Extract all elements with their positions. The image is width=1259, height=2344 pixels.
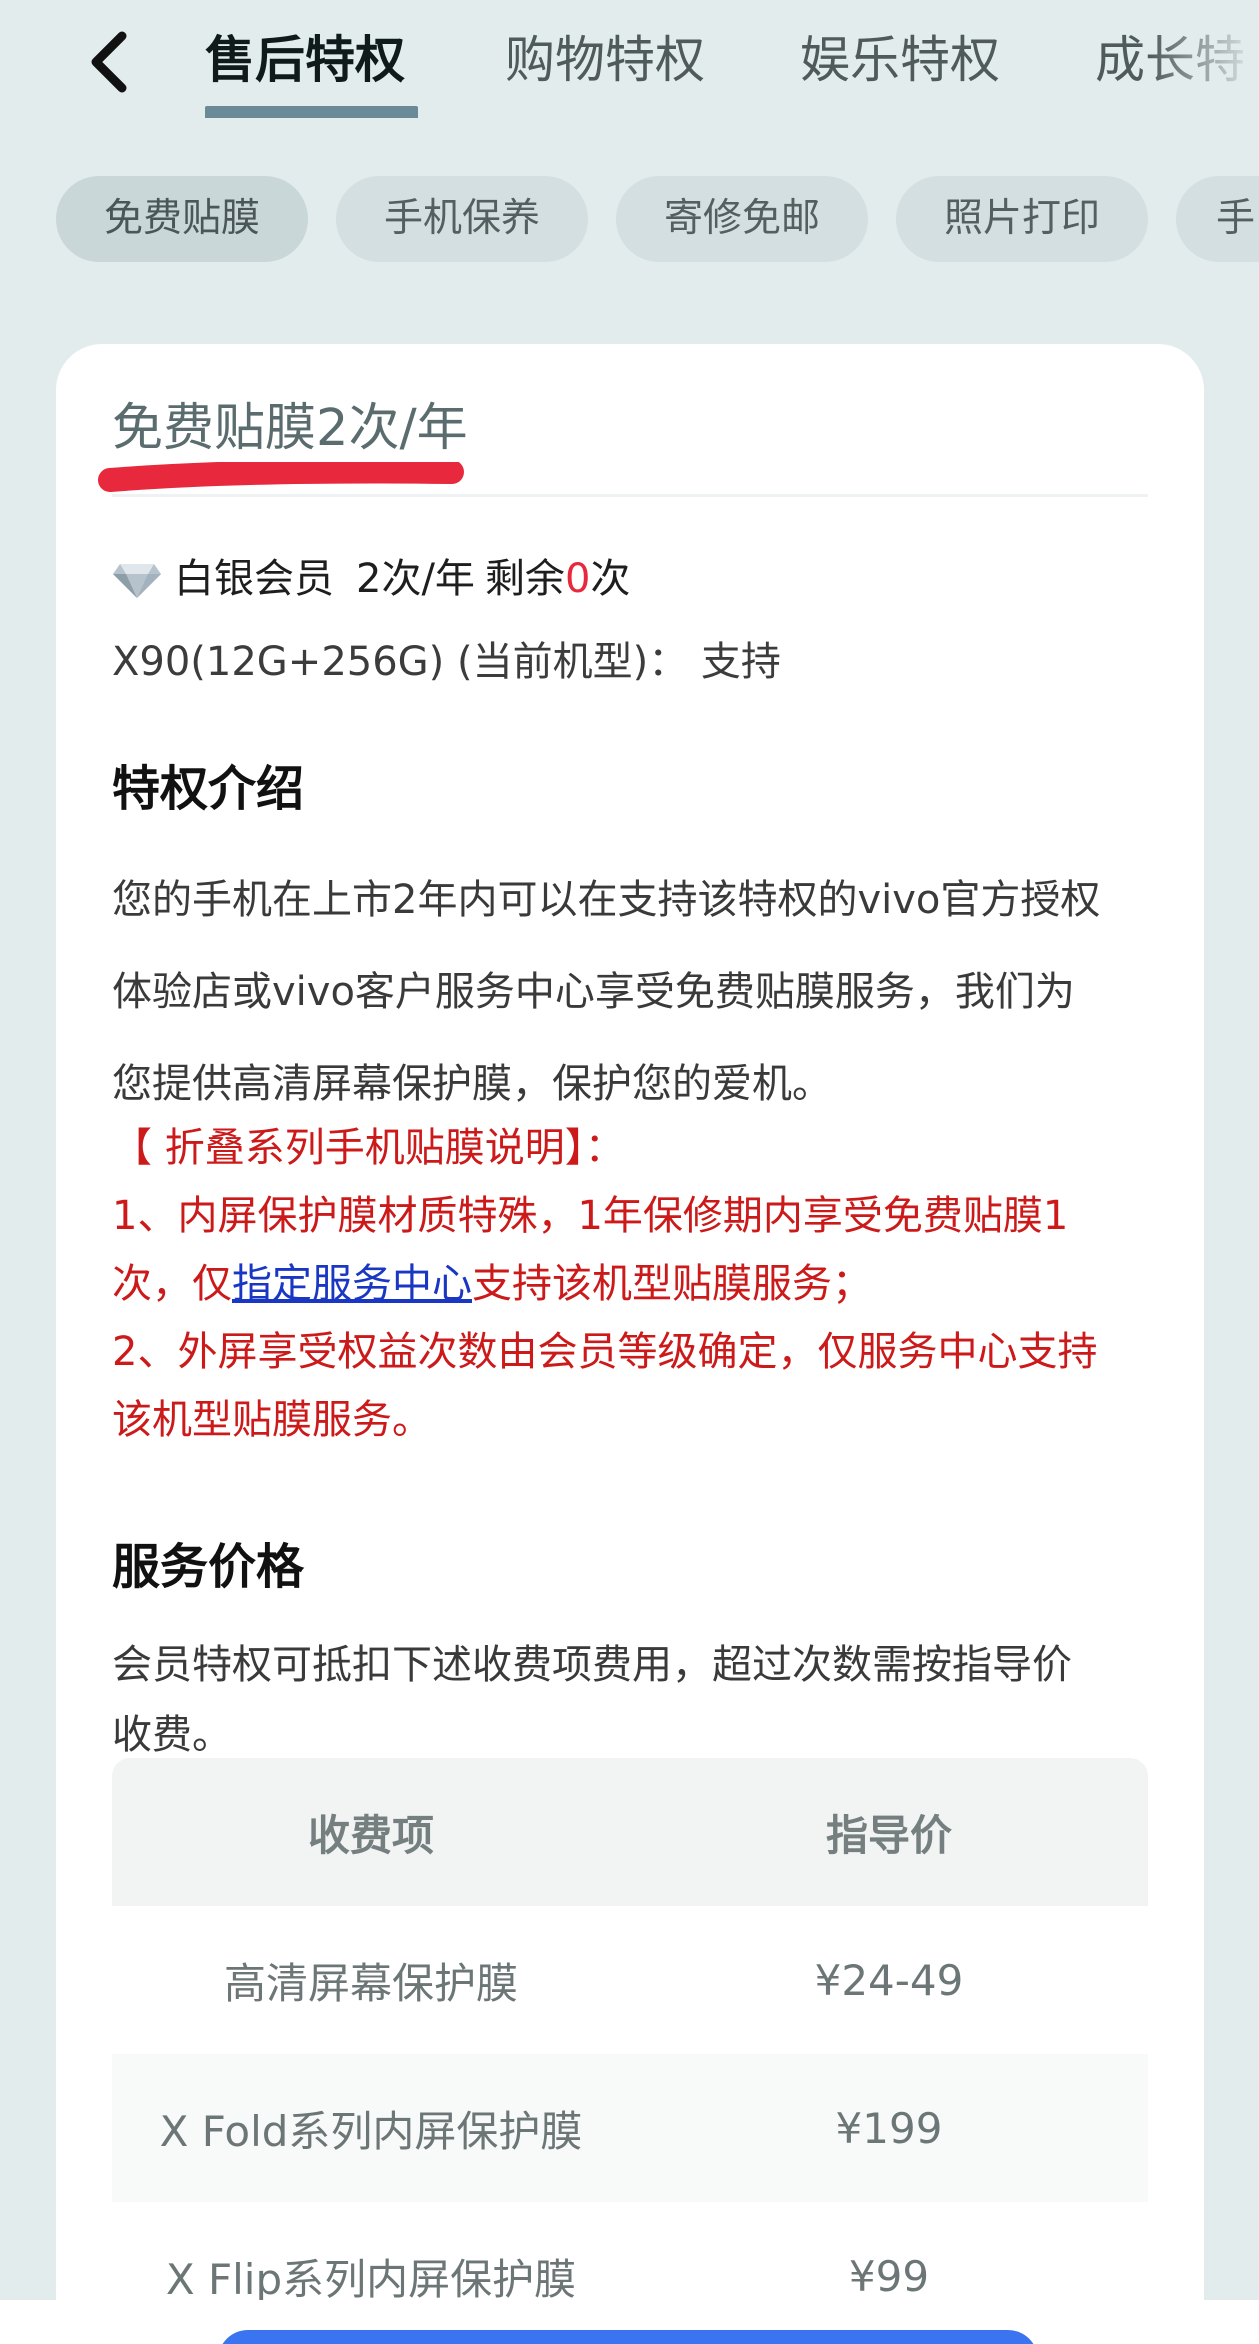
bottom-action-button[interactable]	[218, 2330, 1038, 2344]
remaining-prefix: 剩余	[484, 556, 565, 602]
intro-line: 您的手机在上市2年内可以在支持该特权的vivo官方授权	[112, 877, 1101, 923]
chip-photo-print[interactable]: 照片打印	[896, 176, 1148, 262]
sub-privilege-chips: 免费贴膜 手机保养 寄修免邮 照片打印 手	[0, 176, 1259, 264]
member-quota-line: 白银会员 2次/年 剩余 0 次	[112, 549, 630, 609]
price-description: 会员特权可抵扣下述收费项费用，超过次数需按指导价 收费。	[112, 1630, 1162, 1770]
tab-entertainment[interactable]: 娱乐特权	[800, 18, 1000, 102]
service-center-link[interactable]: 指定服务中心	[232, 1261, 472, 1307]
table-row: X Fold系列内屏保护膜 ¥199	[112, 2054, 1148, 2202]
table-row: 高清屏幕保护膜 ¥24-49	[112, 1906, 1148, 2054]
diamond-icon	[113, 564, 161, 598]
column-header-item: 收费项	[307, 1810, 434, 1860]
tabs-fade	[1149, 0, 1259, 130]
intro-text: 您的手机在上市2年内可以在支持该特权的vivo官方授权 体验店或vivo客户服务…	[112, 854, 1162, 1130]
privilege-title: 免费贴膜2次/年	[112, 399, 468, 458]
chevron-left-icon	[91, 31, 127, 93]
table-cell-price: ¥199	[835, 2103, 943, 2153]
column-header-price: 指导价	[825, 1810, 952, 1860]
title-divider	[112, 494, 1148, 497]
intro-heading: 特权介绍	[112, 761, 305, 817]
note-line: 该机型贴膜服务。	[112, 1397, 432, 1443]
table-header-row: 收费项 指导价	[112, 1758, 1148, 1906]
intro-line: 体验店或vivo客户服务中心享受免费贴膜服务，我们为	[112, 969, 1075, 1015]
member-level: 白银会员	[174, 556, 334, 602]
current-model-support: X90(12G+256G) (当前机型)： 支持	[112, 639, 781, 685]
table-cell-price: ¥99	[848, 2251, 930, 2301]
chip-phone-care[interactable]: 手机保养	[336, 176, 588, 262]
note-line2-suffix: 支持该机型贴膜服务；	[472, 1261, 872, 1307]
privilege-tabs: 售后特权 购物特权 娱乐特权 成长特	[205, 18, 1259, 118]
price-heading: 服务价格	[112, 1539, 305, 1595]
chip-more[interactable]: 手	[1176, 176, 1259, 262]
price-table: 收费项 指导价 高清屏幕保护膜 ¥24-49 X Fold系列内屏保护膜 ¥19…	[112, 1758, 1148, 2344]
note-line2-prefix: 次，仅	[112, 1261, 232, 1307]
fold-series-note: 【 折叠系列手机贴膜说明】： 1、内屏保护膜材质特殊，1年保修期内享受免费贴膜1…	[112, 1114, 1172, 1454]
chip-free-shipping-repair[interactable]: 寄修免邮	[616, 176, 868, 262]
note-heading: 【 折叠系列手机贴膜说明】：	[112, 1125, 625, 1171]
table-cell-item: 高清屏幕保护膜	[223, 1958, 518, 2008]
back-button[interactable]	[80, 22, 140, 102]
active-tab-indicator	[205, 106, 418, 118]
remaining-suffix: 次	[590, 556, 631, 602]
member-quota: 2次/年	[356, 556, 475, 602]
red-highlight-stroke	[98, 462, 464, 492]
top-navigation: 售后特权 购物特权 娱乐特权 成长特	[0, 0, 1259, 130]
table-cell-item: X Fold系列内屏保护膜	[159, 2106, 583, 2156]
remaining-count: 0	[564, 556, 591, 602]
tab-shopping[interactable]: 购物特权	[505, 18, 705, 102]
privilege-card: 免费贴膜2次/年 白银会员 2次/年 剩余 0 次 X90(12G+256G) …	[56, 344, 1204, 2344]
table-cell-price: ¥24-49	[814, 1955, 964, 2005]
tab-after-sales[interactable]: 售后特权	[205, 18, 405, 102]
price-desc-line: 会员特权可抵扣下述收费项费用，超过次数需按指导价	[112, 1642, 1072, 1688]
note-line: 次，仅指定服务中心支持该机型贴膜服务；	[112, 1250, 1172, 1318]
table-cell-item: X Flip系列内屏保护膜	[165, 2254, 577, 2304]
note-line: 2、外屏享受权益次数由会员等级确定，仅服务中心支持	[112, 1329, 1098, 1375]
chip-free-film[interactable]: 免费贴膜	[56, 176, 308, 262]
note-line: 1、内屏保护膜材质特殊，1年保修期内享受免费贴膜1	[112, 1193, 1069, 1239]
